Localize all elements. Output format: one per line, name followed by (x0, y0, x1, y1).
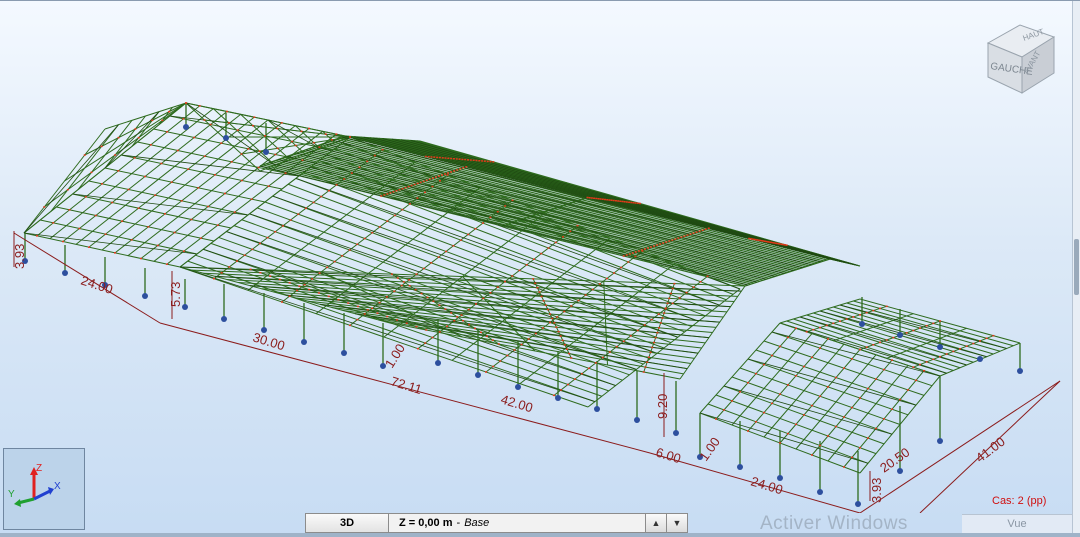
level-value: Z = 0,00 m (399, 517, 453, 529)
dim-label-1: 3.93 (12, 244, 27, 269)
dim-label-4: 30.00 (251, 330, 287, 354)
dim-label-8: 9.20 (655, 394, 670, 419)
dim-label-13: 20.50 (877, 445, 912, 476)
dim-label-6: 72.11 (389, 374, 424, 398)
axis-triad-panel: Z X Y (3, 448, 85, 530)
level-up-button[interactable]: ▲ (645, 514, 666, 532)
structure-model[interactable]: 3.93 24.00 5.73 30.00 1.00 72.11 42.00 9… (0, 1, 1072, 513)
level-selector[interactable]: Z = 0,00 m - Base (389, 514, 645, 532)
view-tab[interactable]: Vue (962, 514, 1072, 533)
axis-y-label: Y (8, 489, 15, 500)
scrollbar-thumb[interactable] (1074, 239, 1079, 295)
dim-label-14: 41.00 (973, 434, 1008, 466)
3d-viewport[interactable]: 3.93 24.00 5.73 30.00 1.00 72.11 42.00 9… (0, 0, 1080, 537)
axis-z-label: Z (36, 463, 42, 474)
axis-x-label: X (54, 481, 61, 492)
dim-label-7: 42.00 (499, 392, 535, 416)
status-strip (0, 533, 1080, 537)
dim-label-3: 5.73 (168, 282, 183, 307)
dim-label-5: 1.00 (382, 341, 408, 370)
dim-label-12: 3.93 (869, 478, 884, 503)
dim-label-9: 6.00 (654, 445, 683, 467)
dim-label-2: 24.00 (79, 273, 115, 297)
view-cube[interactable]: HAUT GAUCHE AVANT (980, 19, 1060, 99)
vertical-scrollbar[interactable] (1072, 1, 1080, 537)
level-name: Base (464, 517, 490, 529)
level-down-button[interactable]: ▼ (666, 514, 687, 532)
arrow-down-icon: ▼ (672, 518, 682, 528)
load-case-label: Cas: 2 (pp) (992, 495, 1047, 507)
arrow-up-icon: ▲ (651, 518, 661, 528)
level-separator: - (456, 517, 461, 529)
axis-triad-icon: Z X Y (8, 463, 61, 507)
view-level-bar: 3D Z = 0,00 m - Base ▲ ▼ (305, 513, 688, 533)
view-mode-button[interactable]: 3D (306, 514, 389, 532)
windows-activation-watermark: Activer Windows (760, 513, 908, 534)
